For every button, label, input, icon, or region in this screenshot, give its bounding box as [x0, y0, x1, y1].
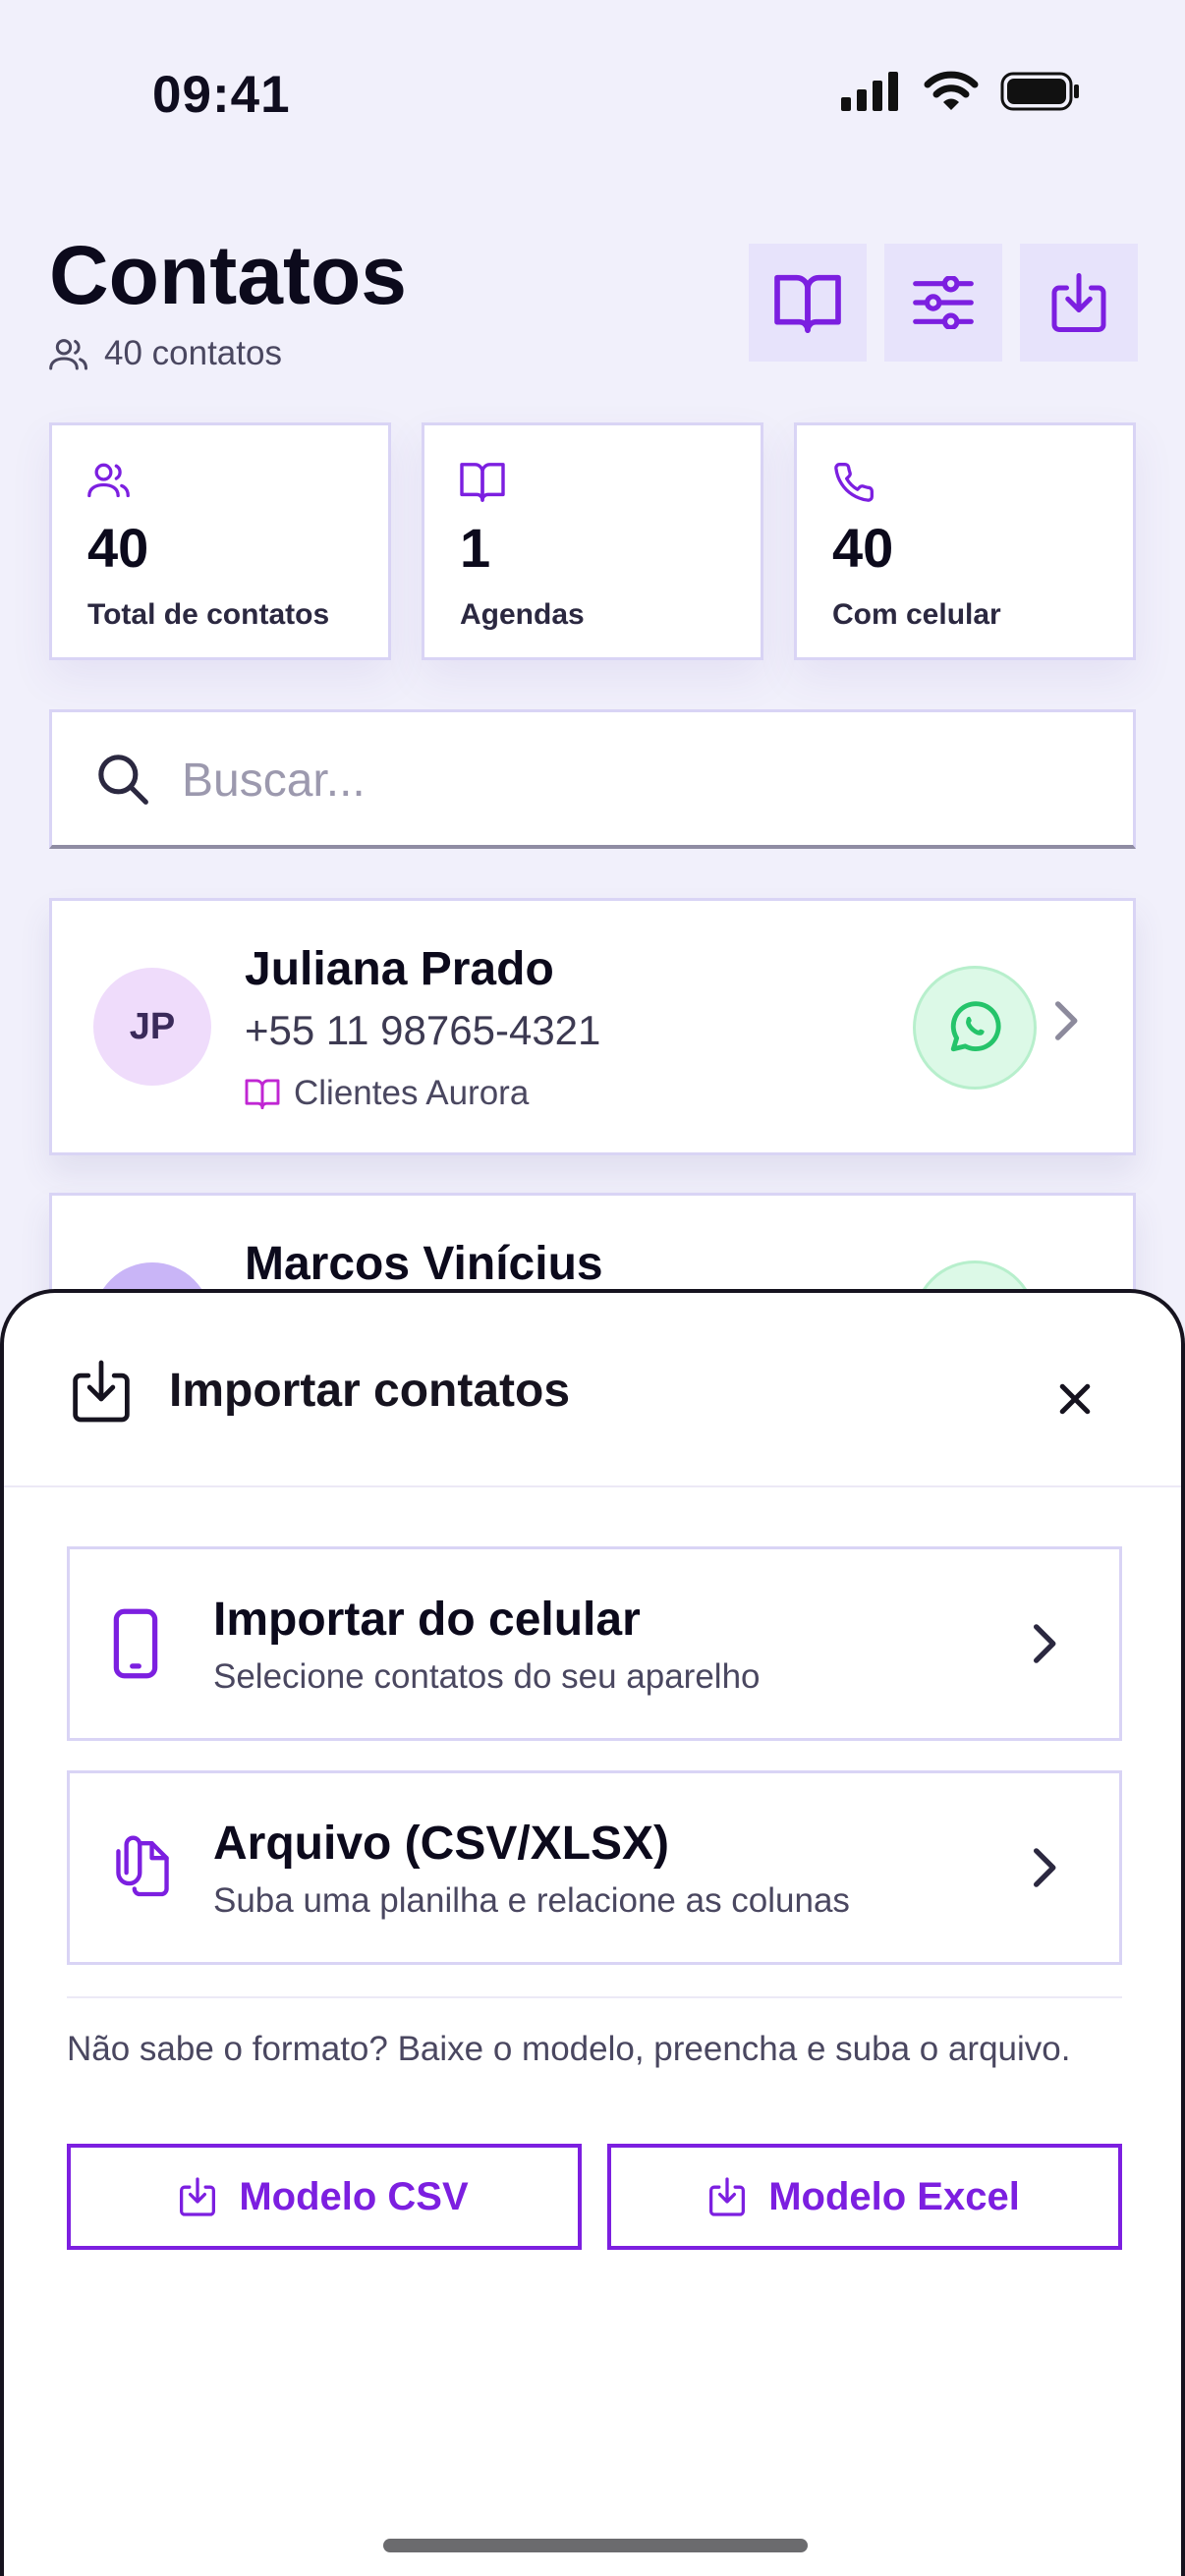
- import-from-phone-option[interactable]: Importar do celular Selecione contatos d…: [67, 1546, 1122, 1741]
- contact-phone: +55 11 98765-4321: [245, 1007, 601, 1053]
- import-button[interactable]: [1020, 244, 1138, 362]
- download-excel-template-button[interactable]: Modelo Excel: [607, 2144, 1122, 2250]
- search-placeholder: Buscar...: [182, 755, 366, 807]
- sliders-icon: [913, 276, 974, 329]
- format-hint: Não sabe o formato? Baixe o modelo, pree…: [67, 2030, 1071, 2068]
- contact-count: 40 contatos: [49, 334, 282, 373]
- search-icon: [98, 755, 148, 805]
- download-icon: [1051, 273, 1106, 332]
- contact-name: Juliana Prado: [245, 943, 554, 995]
- search-input[interactable]: Buscar...: [49, 709, 1136, 849]
- contact-agenda-label: Clientes Aurora: [294, 1074, 530, 1112]
- download-icon: [180, 2177, 216, 2216]
- smartphone-icon: [113, 1608, 158, 1679]
- option-title: Arquivo (CSV/XLSX): [213, 1818, 670, 1870]
- wifi-icon: [924, 71, 979, 110]
- contact-name: Marcos Vinícius: [245, 1238, 603, 1290]
- import-file-option[interactable]: Arquivo (CSV/XLSX) Suba uma planilha e r…: [67, 1770, 1122, 1965]
- book-icon: [774, 274, 841, 333]
- status-time: 09:41: [152, 66, 291, 124]
- contact-agenda: Clientes Aurora: [245, 1074, 529, 1113]
- stat-card-agendas: 1 Agendas: [422, 422, 763, 660]
- whatsapp-icon: [950, 1001, 1001, 1052]
- option-subtitle: Suba uma planilha e relacione as colunas: [213, 1881, 850, 1920]
- stat-value: 40: [87, 517, 149, 579]
- stat-value: 40: [832, 517, 894, 579]
- download-csv-template-button[interactable]: Modelo CSV: [67, 2144, 582, 2250]
- stat-card-mobile: 40 Com celular: [794, 422, 1136, 660]
- agendas-button[interactable]: [749, 244, 867, 362]
- sheet-title: Importar contatos: [169, 1365, 571, 1417]
- button-label: Modelo CSV: [239, 2174, 469, 2218]
- stat-label: Com celular: [832, 598, 1001, 631]
- users-icon: [87, 463, 130, 498]
- battery-icon: [1000, 72, 1079, 111]
- contact-count-text: 40 contatos: [104, 334, 282, 372]
- close-icon: [1059, 1383, 1091, 1415]
- option-subtitle: Selecione contatos do seu aparelho: [213, 1657, 761, 1696]
- users-icon: [49, 339, 87, 370]
- chevron-right-icon: [1054, 1001, 1078, 1040]
- stat-label: Agendas: [460, 598, 585, 631]
- home-indicator[interactable]: [383, 2539, 808, 2552]
- phone-icon: [834, 463, 874, 502]
- contact-card[interactable]: JP Juliana Prado +55 11 98765-4321 Clien…: [49, 898, 1136, 1155]
- filters-button[interactable]: [884, 244, 1002, 362]
- book-icon: [460, 463, 505, 502]
- stat-value: 1: [460, 517, 491, 579]
- whatsapp-button[interactable]: [913, 966, 1037, 1090]
- file-attachment-icon: [116, 1835, 169, 1897]
- download-icon: [73, 1360, 130, 1423]
- stat-label: Total de contatos: [87, 598, 330, 631]
- status-icons: [841, 71, 1081, 112]
- divider: [4, 1485, 1181, 1487]
- book-icon: [245, 1079, 280, 1109]
- page-title: Contatos: [49, 229, 407, 321]
- import-sheet: Importar contatos Importar do celular Se…: [0, 1289, 1185, 2576]
- chevron-right-icon: [1033, 1624, 1056, 1663]
- download-icon: [709, 2177, 746, 2216]
- chevron-right-icon: [1033, 1848, 1056, 1887]
- close-button[interactable]: [1045, 1370, 1104, 1428]
- button-label: Modelo Excel: [768, 2174, 1020, 2218]
- signal-icon: [841, 72, 898, 111]
- stat-card-total: 40 Total de contatos: [49, 422, 391, 660]
- option-title: Importar do celular: [213, 1594, 641, 1646]
- avatar: JP: [93, 968, 211, 1086]
- divider: [67, 1996, 1122, 1998]
